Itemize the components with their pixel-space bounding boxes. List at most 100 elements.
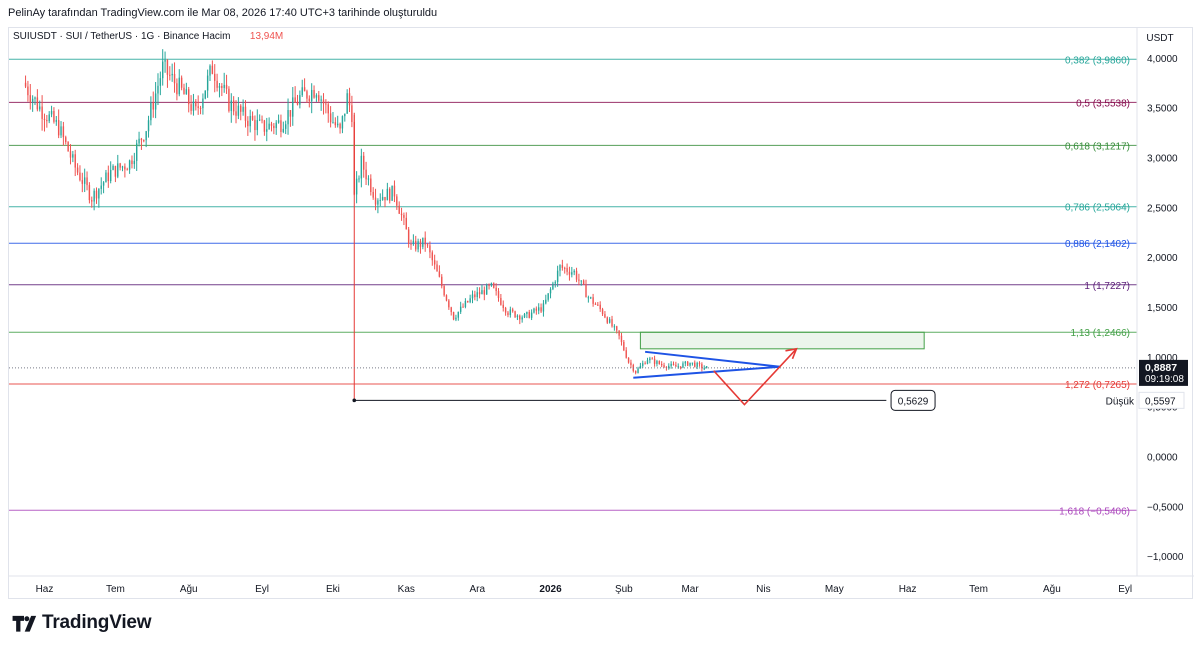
candle-body [164,60,166,62]
y-tick-label: 1,5000 [1147,303,1178,314]
candle-body [266,129,268,132]
candle-body [65,137,67,143]
candle-body [516,315,519,318]
candle-body [656,361,658,364]
candle-body [618,330,620,336]
tradingview-logo-icon [12,615,37,632]
candle-body [140,138,143,141]
candle-body [171,73,173,76]
candle-body [552,283,554,290]
drawings: 0,5629 [9,112,1137,411]
candle-body [384,197,386,201]
candle-body [698,362,701,365]
candle-body [67,142,69,152]
candle-body [379,199,381,201]
price-chart[interactable]: 0,5629 USDT 4,0000 3,5000 3,0000 2,5000 2,000… [9,28,1194,600]
candle-body [389,188,391,201]
candle-body [39,106,41,110]
candle-body [296,102,299,105]
candle-body [313,89,315,98]
candle-body [623,341,625,351]
candle-body [53,111,55,122]
candle-body [556,270,559,283]
candle-body [121,166,124,168]
candle-body [275,122,277,129]
chart-panel[interactable]: 0,5629 USDT 4,0000 3,5000 3,0000 2,5000 2,000… [8,27,1194,600]
candle-body [268,123,270,130]
candle-body [263,120,266,132]
x-tick-label: Tem [106,584,125,595]
candle-body [159,78,162,86]
candle-body [36,97,39,110]
candle-body [348,93,351,106]
candle-body [204,90,206,99]
candle-body [237,105,240,116]
candle-body [166,60,169,75]
candle-body [225,84,228,89]
y-tick-label: 3,0000 [1147,154,1178,165]
candle-body [320,99,322,101]
candle-body [98,188,100,199]
candle-body [277,120,280,123]
candle-body [244,106,247,121]
candle-body [422,237,424,247]
candle-body [228,88,230,111]
tradingview-brand[interactable]: TradingView [10,612,152,634]
candle-body [672,363,675,365]
candle-body [197,106,199,108]
candle-body [254,119,256,131]
candle-body [403,215,405,218]
target-zone [639,331,925,350]
projection-path [713,348,798,406]
candle-body [76,167,79,173]
candle-body [587,297,590,299]
candle-body [616,326,618,331]
low-value: 0,5597 [1145,396,1176,407]
candle-body [91,200,93,202]
candle-body [209,65,211,76]
candle-body [124,166,126,170]
fib-level-label: 0,5 (3,5538) [1076,98,1130,109]
candle-body [214,73,216,81]
candle-body [344,113,346,117]
candle-body [571,272,573,275]
candle-body [119,163,121,168]
symbol-line: SUIUSDT · SUI / TetherUS · 1G · Binance … [13,31,230,42]
fib-level-label: 0,382 (3,9860) [1065,55,1130,66]
candle-body [145,131,147,141]
candle-body [150,102,152,121]
low-callout-value: 0,5629 [898,396,929,407]
candle-body [81,180,84,184]
candle-body [703,368,705,370]
candle-body [599,304,601,310]
candle-body [415,240,417,250]
candle-body [630,362,632,366]
candle-body [301,87,303,96]
candle-body [443,286,445,296]
candle-body [538,307,540,311]
candle-body [490,283,493,286]
y-tick-label: 2,0000 [1147,253,1178,264]
candle-body [270,123,273,126]
candle-body [670,363,672,366]
candle-body [396,196,398,206]
candle-body [242,106,244,112]
candle-body [247,120,249,127]
candle-body [370,178,372,192]
candle-body [31,98,34,103]
candle-body [644,363,646,365]
fib-level-label: 1 (1,7227) [1084,281,1130,292]
candle-body [433,260,436,265]
candle-body [613,326,616,328]
candle-body [109,169,112,182]
candle-body [251,115,254,120]
candle-body [325,103,327,105]
chart-caption: PelinAy tarafından TradingView.com ile M… [8,7,438,19]
candle-body [521,317,523,320]
candle-body [410,243,412,245]
candle-body [74,154,76,168]
candle-body [114,165,117,177]
volume-value: 13,94M [250,31,283,42]
candle-body [190,104,192,111]
candle-body [346,93,348,114]
